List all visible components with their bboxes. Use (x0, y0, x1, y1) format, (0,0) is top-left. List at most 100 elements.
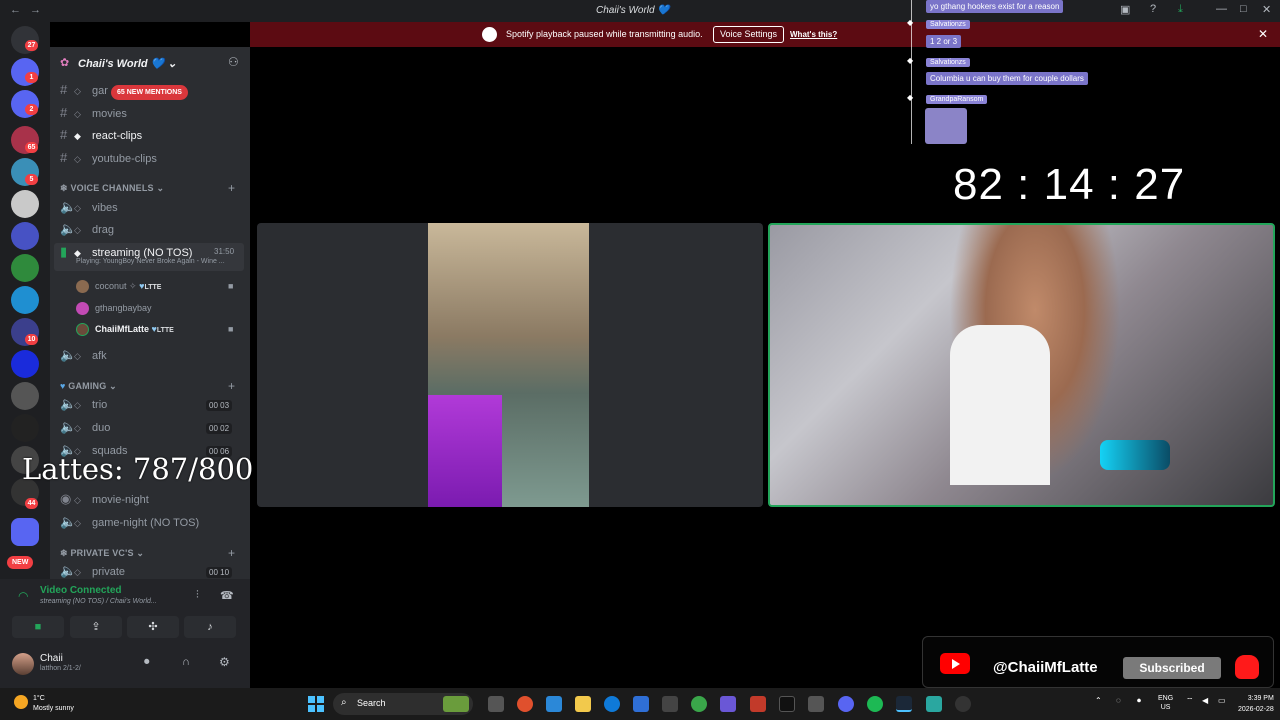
voice-user[interactable]: gthangbaybay (76, 301, 152, 316)
windows-start-icon[interactable] (308, 696, 324, 712)
stage-channel[interactable]: ◉ ◇ movie-night (60, 490, 149, 508)
microphone-icon[interactable]: ⏺ (144, 656, 150, 669)
discord-icon[interactable] (838, 696, 854, 712)
file-explorer-icon[interactable] (575, 696, 591, 712)
activities-button[interactable]: ✣ (127, 616, 179, 638)
tiktok-icon[interactable] (779, 696, 795, 712)
chevron-up-icon[interactable]: ⌃ (1095, 696, 1102, 705)
video-tile-chaiimflatte[interactable] (768, 223, 1275, 507)
voice-channel[interactable]: 🔈◇ duo (60, 418, 110, 436)
maximize-icon[interactable]: □ (1240, 3, 1247, 15)
server-badge: 5 (25, 174, 38, 185)
help-icon[interactable]: ? (1150, 3, 1156, 15)
soundboard-button[interactable]: ♪ (184, 616, 236, 638)
store-icon[interactable] (662, 696, 678, 712)
voice-channel[interactable]: 🔈◇ game-night (NO TOS) (60, 513, 199, 531)
battery-icon[interactable]: ▭ (1218, 696, 1226, 705)
weather-widget[interactable]: 1°C Mostly sunny (33, 694, 74, 714)
voice-user[interactable]: coconut ✧ ♥LTTE (76, 279, 161, 294)
category-voice-channels[interactable]: ❄ VOICE CHANNELS ⌄ (60, 183, 164, 194)
diamond-icon: ◇ (74, 400, 81, 410)
youtube-logo-icon (940, 653, 970, 674)
app-icon[interactable] (750, 696, 766, 712)
server-icon[interactable] (11, 414, 39, 442)
server-icon[interactable] (11, 190, 39, 218)
minimize-icon[interactable]: — (1216, 3, 1227, 15)
server-icon[interactable] (11, 350, 39, 378)
camera-button[interactable]: ■ (12, 616, 64, 638)
text-channel[interactable]: # ◇ youtube-clips (60, 149, 157, 167)
voice-channel[interactable]: 🔈◇ vibes (60, 198, 118, 216)
text-channel[interactable]: # ◇ gar (60, 81, 108, 99)
voice-channel[interactable]: 🔈◇ private (60, 562, 125, 579)
chrome-icon[interactable] (691, 696, 707, 712)
window-title: Chaii's World 💙 (596, 5, 670, 16)
avatar[interactable] (12, 653, 34, 675)
voice-settings-button[interactable]: Voice Settings (713, 26, 785, 43)
close-window-icon[interactable]: ✕ (1262, 3, 1271, 16)
voice-user[interactable]: ChaiiMfLatte ♥LTTE (76, 322, 174, 337)
server-icon[interactable] (11, 222, 39, 250)
taskbar-search[interactable]: ⌕ Search (333, 693, 473, 715)
user-name: coconut (95, 281, 127, 291)
video-tile-gthangbaybay[interactable] (257, 223, 763, 507)
server-icon[interactable] (11, 382, 39, 410)
obs-icon[interactable] (955, 696, 971, 712)
inbox-icon[interactable]: ▣ (1120, 3, 1130, 16)
voice-channel[interactable]: 🔈◇ drag (60, 220, 114, 238)
edge-icon[interactable] (604, 696, 620, 712)
download-icon[interactable]: ⤓ (1178, 3, 1183, 16)
app-icon[interactable] (633, 696, 649, 712)
taskbar-clock[interactable]: 3:39 PM 2026-02-28 (1238, 693, 1274, 715)
spotify-icon[interactable] (867, 696, 883, 712)
add-channel-icon[interactable]: + (228, 379, 235, 393)
forward-arrow-icon[interactable]: → (30, 4, 41, 16)
search-label: Search (357, 698, 386, 708)
server-icon[interactable] (11, 254, 39, 282)
invite-icon[interactable]: ⚇ (228, 55, 239, 69)
wifi-icon[interactable]: ⌔ (1186, 696, 1194, 706)
gear-icon[interactable]: ⚙ (219, 655, 230, 669)
steam-icon[interactable] (896, 696, 912, 712)
text-channel[interactable]: # ◆ react-clips (60, 126, 142, 144)
add-channel-icon[interactable]: + (228, 546, 235, 560)
user-limit: 03 (220, 401, 230, 410)
banner-text: Spotify playback paused while transmitti… (506, 29, 703, 39)
network-icon[interactable]: ◌ (1116, 696, 1121, 705)
server-icon[interactable] (11, 286, 39, 314)
microphone-icon[interactable]: ⏺ (1137, 696, 1141, 706)
voice-channel[interactable]: 🔈◇ trio (60, 395, 107, 413)
speaker-icon: 🔈 (60, 563, 77, 578)
connection-channel[interactable]: streaming (NO TOS) / Chaii's World... (40, 598, 157, 605)
voice-channel[interactable]: 🔈◇ afk (60, 346, 107, 364)
category-gaming[interactable]: ♥ GAMING ⌄ (60, 381, 117, 392)
copilot-icon[interactable] (546, 696, 562, 712)
headphones-icon[interactable]: ∩ (182, 656, 190, 668)
youtube-subscribe-card: @ChaiiMfLatte Subscribed (922, 636, 1274, 688)
subathon-timer: 82 : 14 : 27 (953, 160, 1186, 209)
new-mentions-pill[interactable]: 65 NEW MENTIONS (111, 85, 188, 100)
app-icon[interactable] (808, 696, 824, 712)
add-channel-icon[interactable]: + (228, 181, 235, 195)
guild-header[interactable]: ✿ Chaii's World 💙 ⌄ ⚇ (50, 47, 250, 79)
user-limit-count: 00 03 (206, 400, 233, 411)
whats-this-link[interactable]: What's this? (790, 30, 837, 39)
text-channel[interactable]: # ◇ movies (60, 104, 127, 122)
brave-icon[interactable] (517, 696, 533, 712)
channel-label: vibes (92, 202, 118, 214)
noise-suppression-icon[interactable]: ⫶ (196, 589, 199, 602)
back-arrow-icon[interactable]: ← (10, 4, 21, 16)
folder-icon[interactable] (11, 518, 39, 546)
disconnect-icon[interactable]: ☎ (220, 589, 234, 602)
volume-icon[interactable]: ◀ (1202, 696, 1208, 705)
task-view-icon[interactable] (488, 696, 504, 712)
diamond-icon: ◇ (74, 495, 81, 505)
screen-share-button[interactable]: ⇪ (70, 616, 122, 638)
language-indicator[interactable]: ENG US (1158, 694, 1173, 712)
category-private[interactable]: ❄ PRIVATE VC'S ⌄ (60, 548, 144, 559)
close-icon[interactable]: ✕ (1258, 27, 1268, 41)
user-tag: LTTE (156, 327, 174, 334)
voice-channel-streaming[interactable]: ▮ ◆ streaming (NO TOS) 31:50 Playing: Youn… (54, 243, 244, 271)
teams-icon[interactable] (720, 696, 736, 712)
app-icon[interactable] (926, 696, 942, 712)
